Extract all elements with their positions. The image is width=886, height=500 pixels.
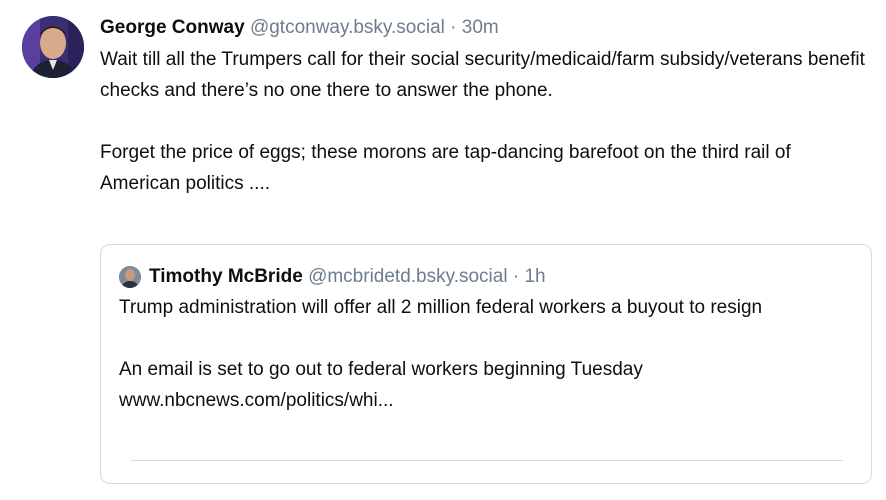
post-timestamp[interactable]: 30m bbox=[462, 17, 499, 38]
separator-dot: · bbox=[512, 266, 520, 287]
quoted-link-text[interactable]: www.nbcnews.com/politics/whi... bbox=[119, 385, 853, 416]
quoted-post-text: Trump administration will offer all 2 mi… bbox=[119, 292, 853, 416]
link-preview-card[interactable] bbox=[131, 460, 843, 500]
quoted-post[interactable]: Timothy McBride @mcbridetd.bsky.social ·… bbox=[100, 244, 872, 484]
quoted-paragraph: An email is set to go out to federal wor… bbox=[119, 359, 643, 380]
separator-dot: · bbox=[450, 17, 457, 38]
post-content: George Conway @gtconway.bsky.social · 30… bbox=[100, 14, 870, 199]
quoted-author-avatar bbox=[119, 266, 141, 288]
post[interactable]: George Conway @gtconway.bsky.social · 30… bbox=[0, 0, 886, 484]
quoted-post-header: Timothy McBride @mcbridetd.bsky.social ·… bbox=[119, 263, 853, 291]
post-paragraph: Forget the price of eggs; these morons a… bbox=[100, 142, 791, 194]
post-paragraph: Wait till all the Trumpers call for thei… bbox=[100, 49, 865, 101]
post-text: Wait till all the Trumpers call for thei… bbox=[100, 44, 870, 199]
quoted-paragraph: Trump administration will offer all 2 mi… bbox=[119, 297, 763, 318]
quoted-author-handle: @mcbridetd.bsky.social bbox=[308, 266, 508, 287]
author-name[interactable]: George Conway bbox=[100, 17, 245, 38]
author-avatar[interactable] bbox=[22, 16, 84, 78]
author-handle[interactable]: @gtconway.bsky.social bbox=[250, 17, 445, 38]
quoted-author-name: Timothy McBride bbox=[149, 266, 303, 287]
post-header: George Conway @gtconway.bsky.social · 30… bbox=[100, 14, 870, 42]
quoted-post-timestamp: 1h bbox=[524, 266, 546, 287]
